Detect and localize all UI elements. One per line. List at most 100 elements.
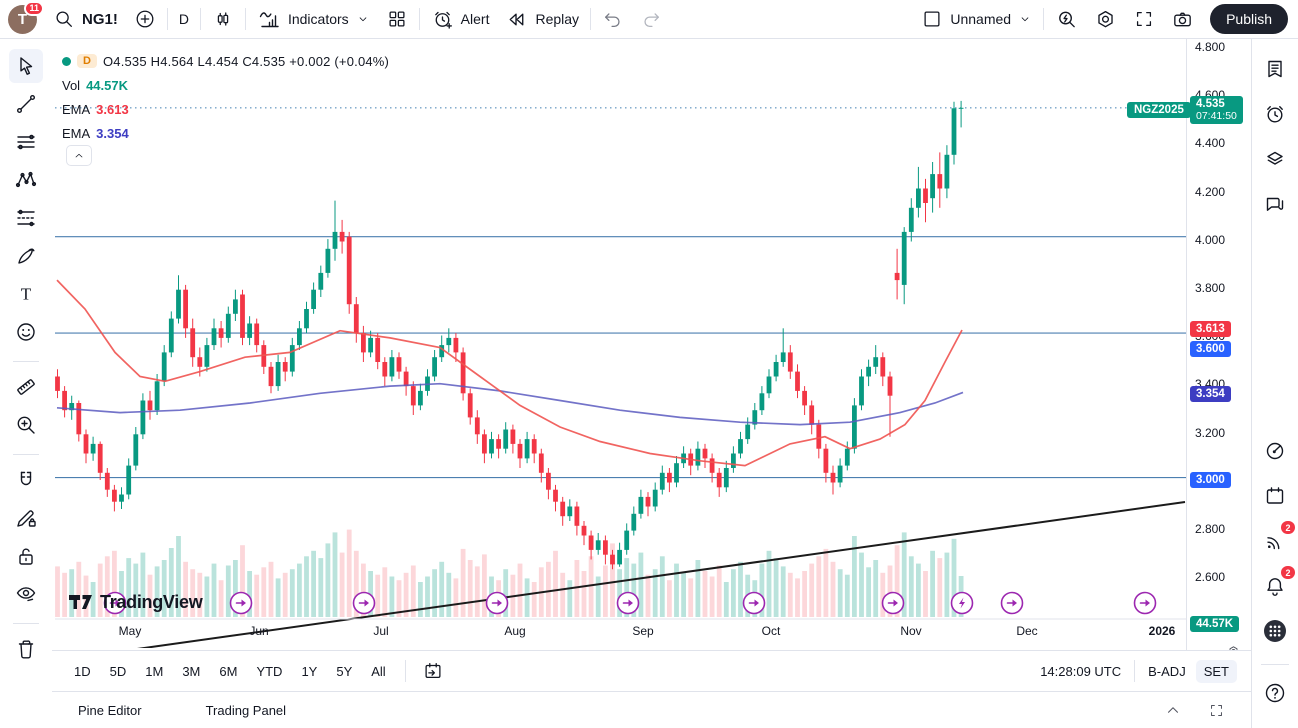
clock-utc[interactable]: 14:28:09 UTC xyxy=(1040,664,1121,679)
sidebar-help-question-button[interactable] xyxy=(1257,675,1293,711)
compare-add-symbol-button[interactable] xyxy=(126,4,164,34)
price-tag-3.613[interactable]: 3.613 xyxy=(1190,321,1231,337)
time-axis-label[interactable]: Aug xyxy=(504,624,525,638)
snapshot-button[interactable] xyxy=(1163,4,1202,34)
tool-magnet[interactable] xyxy=(9,463,43,497)
tool-lock-open[interactable] xyxy=(9,539,43,573)
range-1y-button[interactable]: 1Y xyxy=(293,660,325,683)
time-axis-label[interactable]: Sep xyxy=(632,624,654,638)
candle-body xyxy=(845,449,850,466)
tool-remove-trash[interactable] xyxy=(9,632,43,666)
volume-bar xyxy=(703,571,708,617)
legend-collapse-button[interactable] xyxy=(66,145,92,166)
indicators-button[interactable]: Indicators xyxy=(249,4,378,34)
time-axis-label[interactable]: Dec xyxy=(1016,624,1037,638)
price-tag-3.000[interactable]: 3.000 xyxy=(1190,472,1231,488)
contract-switch-marker[interactable] xyxy=(1135,593,1156,614)
sidebar-economic-calendar-button[interactable] xyxy=(1257,478,1293,514)
quick-search-button[interactable] xyxy=(1047,4,1086,34)
sidebar-watchlist-button[interactable] xyxy=(1257,51,1293,87)
tool-brush[interactable] xyxy=(9,239,43,273)
tool-fib-retracement[interactable] xyxy=(9,201,43,235)
interval-button[interactable]: D xyxy=(171,4,197,34)
tool-drawing-pencil[interactable] xyxy=(9,501,43,535)
tool-hide-drawings-eye[interactable] xyxy=(9,577,43,611)
tradingview-logo[interactable]: TradingView xyxy=(68,590,202,614)
tool-trend-line[interactable] xyxy=(9,87,43,121)
legend-ema1-row[interactable]: EMA 3.613 xyxy=(62,97,389,121)
legend-volume-row[interactable]: Vol 44.57K xyxy=(62,73,389,97)
chart-settings-button[interactable] xyxy=(1086,4,1125,34)
legend-main-row[interactable]: D O4.535 H4.564 L4.454 C4.535 +0.002 (+0… xyxy=(62,49,389,73)
sidebar-streams-button[interactable]: 2 xyxy=(1257,523,1293,559)
tool-horizontal-lines[interactable] xyxy=(9,125,43,159)
price-tag-3.354[interactable]: 3.354 xyxy=(1190,386,1231,402)
candle-body xyxy=(482,434,487,453)
time-axis-label[interactable]: Jun xyxy=(249,624,268,638)
contract-label-tag[interactable]: NGZ2025 xyxy=(1127,102,1191,118)
chart-style-button[interactable] xyxy=(204,4,242,34)
trading-panel-tab[interactable]: Trading Panel xyxy=(206,703,286,718)
ema-slow-line[interactable] xyxy=(57,384,963,425)
tool-text-tool[interactable]: T xyxy=(9,277,43,311)
sidebar-hotlists-button[interactable] xyxy=(1257,433,1293,469)
price-tag-3.600[interactable]: 3.600 xyxy=(1190,341,1231,357)
adjustment-toggle[interactable]: B-ADJ xyxy=(1148,664,1186,679)
sidebar-object-tree-button[interactable] xyxy=(1257,141,1293,177)
price-tag-4.535[interactable]: 4.53507:41:50 xyxy=(1190,96,1243,124)
lightning-marker[interactable] xyxy=(952,593,973,614)
time-axis-label[interactable]: May xyxy=(119,624,142,638)
settlement-toggle[interactable]: SET xyxy=(1196,660,1237,683)
sidebar-chat-button[interactable] xyxy=(1257,186,1293,222)
range-5y-button[interactable]: 5Y xyxy=(328,660,360,683)
user-menu-button[interactable]: T 11 xyxy=(8,5,37,34)
contract-switch-marker[interactable] xyxy=(1002,593,1023,614)
redo-button[interactable] xyxy=(632,4,670,34)
range-ytd-button[interactable]: YTD xyxy=(248,660,290,683)
create-alert-button[interactable]: Alert xyxy=(423,4,498,34)
tool-xabcd-pattern[interactable] xyxy=(9,163,43,197)
price-tag-44.57K[interactable]: 44.57K xyxy=(1190,616,1239,632)
legend-ema2-row[interactable]: EMA 3.354 xyxy=(62,121,389,145)
symbol-search-button[interactable]: NG1! xyxy=(45,4,126,34)
range-1m-button[interactable]: 1M xyxy=(137,660,171,683)
range-3m-button[interactable]: 3M xyxy=(174,660,208,683)
tool-zoom-in[interactable] xyxy=(9,408,43,442)
tool-emoji[interactable] xyxy=(9,315,43,349)
contract-switch-marker[interactable] xyxy=(487,593,508,614)
range-5d-button[interactable]: 5D xyxy=(102,660,135,683)
panel-maximize-icon[interactable] xyxy=(1208,702,1225,719)
contract-switch-marker[interactable] xyxy=(618,593,639,614)
ema-fast-line[interactable] xyxy=(57,280,962,466)
contract-switch-marker[interactable] xyxy=(744,593,765,614)
time-axis-label[interactable]: Jul xyxy=(373,624,388,638)
replay-button[interactable]: Replay xyxy=(497,4,587,34)
contract-switch-marker[interactable] xyxy=(354,593,375,614)
volume-bar xyxy=(774,558,779,617)
publish-button[interactable]: Publish xyxy=(1210,4,1288,34)
undo-button[interactable] xyxy=(594,4,632,34)
contract-switch-marker[interactable] xyxy=(883,593,904,614)
panel-expand-chevron-up-icon[interactable] xyxy=(1164,701,1182,719)
time-axis-label[interactable]: 2026 xyxy=(1149,624,1176,638)
volume-bar xyxy=(831,562,836,617)
sidebar-notifications-bell-button[interactable]: 2 xyxy=(1257,568,1293,604)
contract-switch-marker[interactable] xyxy=(231,593,252,614)
layout-select-button[interactable]: Unnamed xyxy=(913,4,1040,34)
range-all-button[interactable]: All xyxy=(363,660,393,683)
sidebar-apps-menu-button[interactable] xyxy=(1257,613,1293,649)
range-1d-button[interactable]: 1D xyxy=(66,660,99,683)
price-axis[interactable]: 4.8004.6004.4004.2004.0003.8003.6003.400… xyxy=(1186,39,1251,728)
time-axis-label[interactable]: Nov xyxy=(900,624,921,638)
tool-cursor[interactable] xyxy=(9,49,43,83)
pine-editor-tab[interactable]: Pine Editor xyxy=(78,703,142,718)
go-to-date-button[interactable] xyxy=(414,656,452,686)
volume-bar xyxy=(845,575,850,617)
tool-measure-ruler[interactable] xyxy=(9,370,43,404)
time-axis-label[interactable]: Oct xyxy=(762,624,781,638)
fullscreen-button[interactable] xyxy=(1125,4,1163,34)
go-to-date-icon xyxy=(422,660,444,682)
range-6m-button[interactable]: 6M xyxy=(211,660,245,683)
templates-button[interactable] xyxy=(378,4,416,34)
sidebar-alerts-clock-button[interactable] xyxy=(1257,96,1293,132)
